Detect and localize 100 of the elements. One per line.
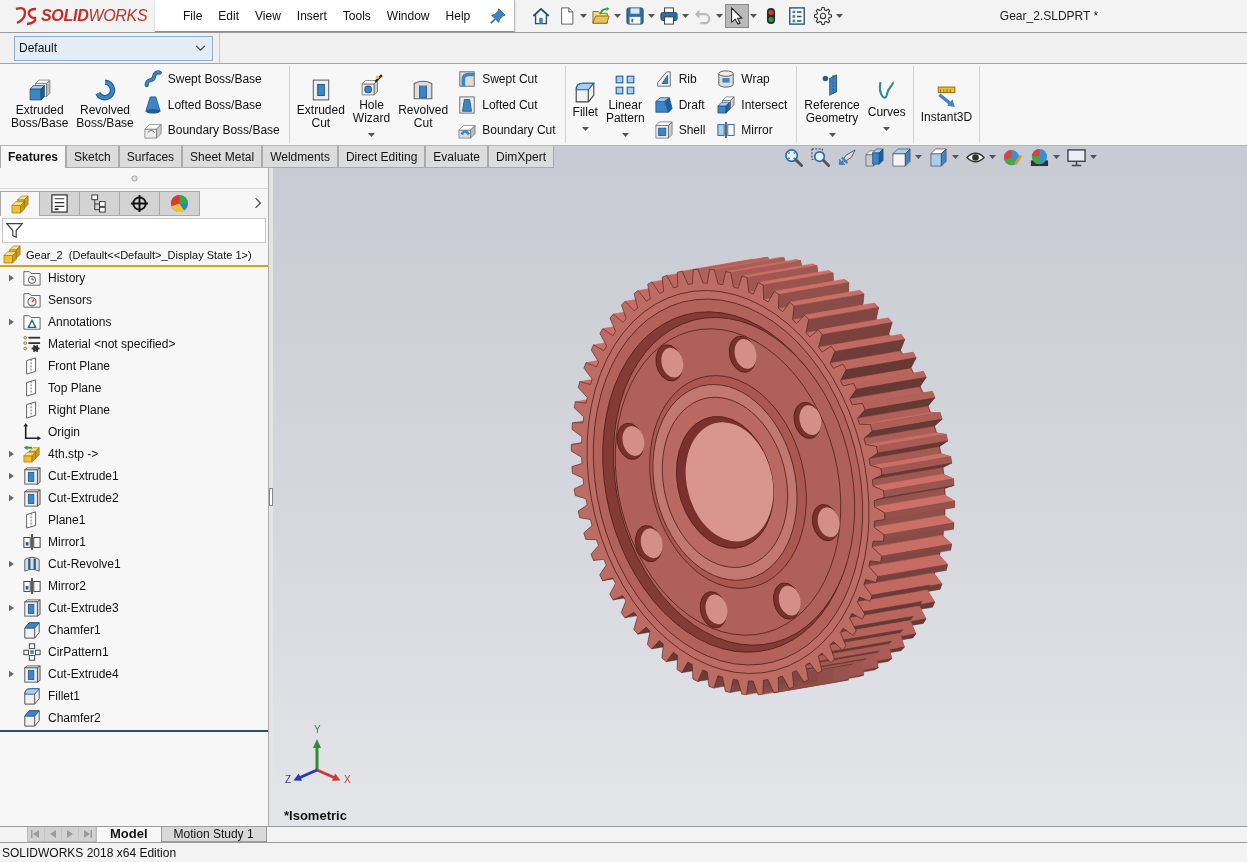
caret-icon[interactable]	[1090, 155, 1097, 159]
tree-item[interactable]: Cut-Revolve1	[48, 557, 121, 571]
ribbon-button[interactable]: Swept Boss/Base	[139, 66, 284, 92]
ribbon-button[interactable]: Shell	[650, 117, 710, 143]
ribbon-button[interactable]: Swept Cut	[454, 66, 560, 92]
tree-item[interactable]: Annotations	[48, 315, 112, 329]
caret-icon[interactable]	[580, 14, 587, 18]
caret-icon[interactable]	[621, 133, 629, 137]
tree-item[interactable]: Plane1	[48, 513, 86, 527]
bottom-tab[interactable]: Model	[97, 827, 161, 842]
command-tab[interactable]: Direct Editing	[337, 146, 426, 168]
tree-item[interactable]: Cut-Extrude4	[48, 667, 119, 681]
ribbon-button[interactable]: Lofted Cut	[454, 91, 560, 118]
filter-field[interactable]	[2, 218, 266, 243]
ribbon-button[interactable]: Reference Geometry	[800, 72, 864, 127]
ribbon-button[interactable]: Extruded Cut	[292, 77, 349, 132]
expand-arrow-icon[interactable]	[8, 450, 14, 458]
tree-item[interactable]: Cut-Extrude3	[48, 601, 119, 615]
ribbon-button[interactable]: Mirror	[713, 117, 792, 143]
command-tab[interactable]: Surfaces	[118, 146, 183, 168]
menu-item[interactable]: View	[247, 5, 289, 26]
view-toolbar-button[interactable]	[810, 146, 831, 168]
ribbon-button[interactable]: Boundary Cut	[454, 117, 560, 143]
ribbon-button[interactable]: Revolved Boss/Base	[72, 77, 138, 132]
tree-item[interactable]: Top Plane	[48, 381, 102, 395]
ribbon-button[interactable]: Instant3D	[916, 83, 977, 126]
view-toolbar-button[interactable]	[891, 146, 912, 168]
menu-item[interactable]: Edit	[210, 5, 248, 26]
menu-item[interactable]: Insert	[288, 5, 335, 26]
command-tab[interactable]: DimXpert	[488, 146, 555, 168]
caret-icon[interactable]	[614, 14, 621, 18]
toolbar-button[interactable]	[657, 4, 681, 28]
ribbon-button[interactable]: Hole Wizard	[348, 72, 395, 127]
command-tab[interactable]: Sketch	[66, 146, 119, 168]
view-toolbar-button[interactable]	[783, 146, 804, 168]
caret-icon[interactable]	[750, 14, 757, 18]
bottom-tab[interactable]: Motion Study 1	[160, 827, 267, 842]
tree-item[interactable]: Chamfer1	[48, 623, 101, 637]
grip-icon[interactable]	[130, 174, 138, 182]
ribbon-button[interactable]: Fillet	[568, 78, 602, 121]
caret-icon[interactable]	[836, 14, 843, 18]
tree-item[interactable]: Right Plane	[48, 403, 111, 417]
caret-icon[interactable]	[828, 133, 836, 137]
ribbon-button[interactable]: Intersect	[713, 91, 792, 118]
caret-icon[interactable]	[915, 155, 922, 159]
more-tabs-button[interactable]	[252, 195, 264, 211]
menu-item[interactable]: Help	[437, 5, 479, 26]
command-tab[interactable]: Sheet Metal	[182, 146, 263, 168]
ribbon-button[interactable]: Linear Pattern	[601, 72, 649, 127]
caret-icon[interactable]	[581, 126, 589, 131]
command-tab[interactable]: Features	[0, 146, 67, 168]
caret-icon[interactable]	[883, 126, 891, 131]
tree-item[interactable]: History	[48, 271, 86, 285]
expand-arrow-icon[interactable]	[8, 494, 14, 502]
panel-tab[interactable]	[80, 191, 120, 216]
expand-arrow-icon[interactable]	[8, 318, 14, 326]
ribbon-button[interactable]: Wrap	[713, 66, 792, 92]
tree-item[interactable]: 4th.stp ->	[48, 447, 99, 461]
toolbar-button[interactable]	[623, 4, 647, 28]
ribbon-button[interactable]: Revolved Cut	[394, 77, 453, 132]
pin-icon[interactable]	[490, 7, 506, 24]
caret-icon[interactable]	[648, 14, 655, 18]
caret-icon[interactable]	[952, 155, 959, 159]
ribbon-button[interactable]: Rib	[650, 66, 710, 92]
panel-tab[interactable]	[40, 191, 80, 216]
caret-icon[interactable]	[682, 14, 689, 18]
tree-root-item[interactable]: Gear_2 (Default<<Default>_Display State 1>)	[26, 248, 252, 261]
menu-item[interactable]: Window	[378, 5, 438, 26]
tree-item[interactable]: Mirror1	[48, 535, 86, 549]
command-tab[interactable]: Evaluate	[425, 146, 488, 168]
tree-item[interactable]: Chamfer2	[48, 711, 101, 725]
tree-item[interactable]: Mirror2	[48, 579, 86, 593]
caret-icon[interactable]	[368, 133, 375, 137]
command-tab[interactable]: Weldments	[262, 146, 338, 168]
ribbon-button[interactable]: Extruded Boss/Base	[7, 77, 73, 132]
view-toolbar-button[interactable]	[1029, 146, 1050, 168]
toolbar-button[interactable]	[725, 4, 749, 28]
tree-item[interactable]: Cut-Extrude2	[48, 491, 119, 505]
panel-tab[interactable]	[120, 191, 160, 216]
expand-arrow-icon[interactable]	[8, 670, 14, 678]
menu-item[interactable]: Tools	[334, 5, 379, 26]
expand-arrow-icon[interactable]	[8, 472, 14, 480]
caret-icon[interactable]	[1053, 155, 1060, 159]
ribbon-button[interactable]: Lofted Boss/Base	[139, 91, 284, 118]
splitter-handle-icon[interactable]	[269, 488, 273, 506]
view-toolbar-button[interactable]	[1066, 146, 1087, 168]
tree-item[interactable]: Cut-Extrude1	[48, 469, 119, 483]
tree-item[interactable]: Sensors	[48, 293, 93, 307]
expand-arrow-icon[interactable]	[8, 560, 14, 568]
tree-item[interactable]: Origin	[48, 425, 80, 439]
toolbar-button[interactable]	[811, 4, 835, 28]
ribbon-button[interactable]: Boundary Boss/Base	[139, 117, 284, 143]
ribbon-button[interactable]: Draft	[650, 91, 710, 118]
expand-arrow-icon[interactable]	[8, 604, 14, 612]
tree-item[interactable]: Fillet1	[48, 689, 80, 703]
configuration-dropdown[interactable]: Default	[14, 35, 213, 61]
expand-arrow-icon[interactable]	[8, 274, 14, 282]
ribbon-button[interactable]: Curves	[863, 78, 910, 121]
tree-item[interactable]: Front Plane	[48, 359, 111, 373]
caret-icon[interactable]	[989, 155, 996, 159]
